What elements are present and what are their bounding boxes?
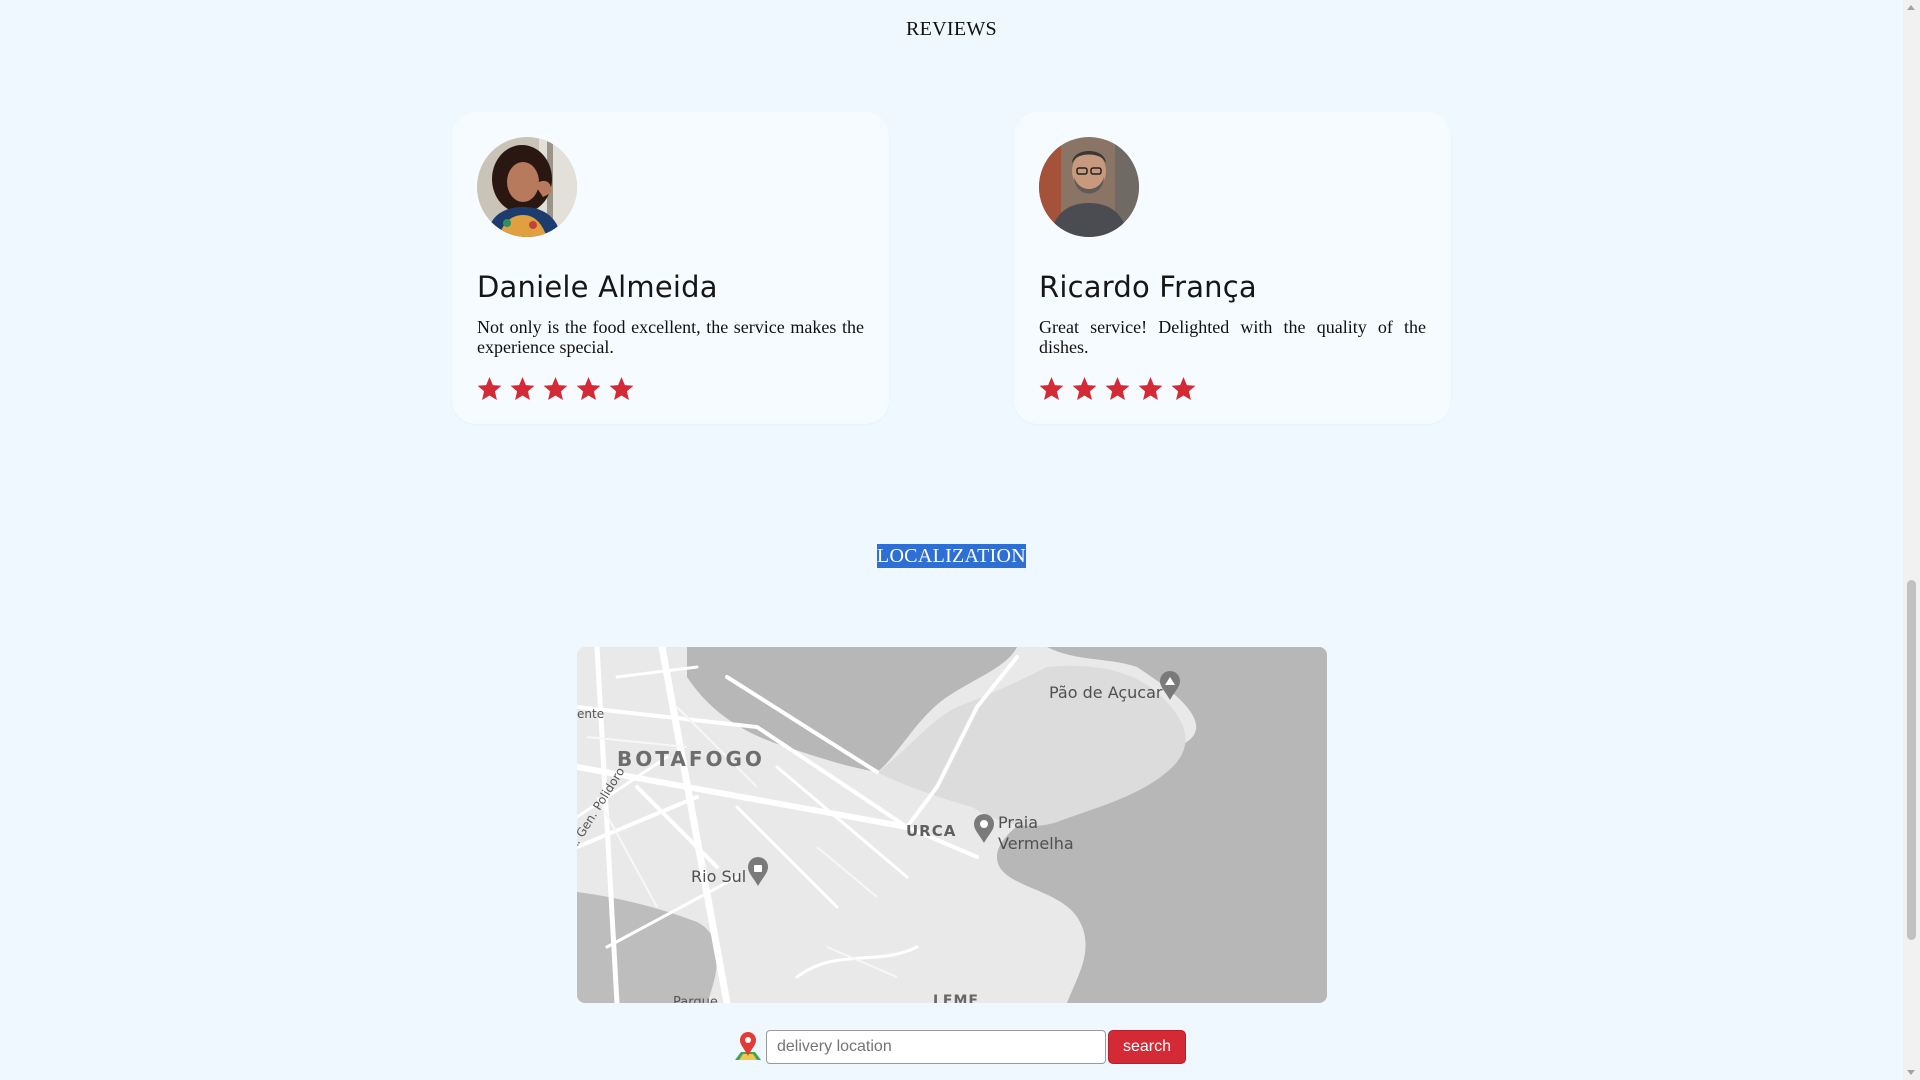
scrollbar-thumb[interactable] — [1907, 580, 1916, 940]
search-button[interactable]: search — [1108, 1030, 1187, 1064]
map-label-parque: Parque — [673, 995, 718, 1003]
avatar — [477, 137, 577, 237]
star-icon — [543, 377, 568, 400]
beach-pin-icon[interactable] — [973, 814, 995, 844]
star-icon — [1105, 377, 1130, 400]
delivery-location-input[interactable] — [766, 1030, 1106, 1064]
reviewer-name: Ricardo França — [1039, 270, 1257, 304]
map-label-leme: LEME — [933, 993, 979, 1003]
page: REVIEWS Daniele Almeida Not only is the … — [0, 0, 1903, 1080]
location-pin-icon — [735, 1032, 761, 1060]
review-card: Ricardo França Great service! Delighted … — [1014, 112, 1451, 424]
avatar-photo-icon — [1039, 137, 1139, 237]
shopping-pin-icon[interactable] — [747, 857, 769, 887]
map-label-ente: ente — [577, 707, 605, 721]
map-label-botafogo: BOTAFOGO — [617, 747, 765, 771]
map-label-praia-line1: Praia — [998, 813, 1038, 832]
star-icon — [576, 377, 601, 400]
rating-stars — [1038, 375, 1197, 402]
reviewer-name: Daniele Almeida — [477, 270, 718, 304]
review-card: Daniele Almeida Not only is the food exc… — [452, 112, 889, 424]
vertical-scrollbar[interactable] — [1903, 0, 1920, 1080]
review-text: Great service! Delighted with the qualit… — [1039, 317, 1426, 357]
review-text: Not only is the food excellent, the serv… — [477, 317, 864, 357]
map-label-pao-de-acucar: Pão de Açucar — [1049, 683, 1163, 702]
map-label-praia-vermelha: Praia Vermelha — [998, 812, 1074, 854]
scroll-down-arrow-icon[interactable] — [1907, 1070, 1915, 1075]
star-icon — [510, 377, 535, 400]
map[interactable]: ente BOTAFOGO URCA Pão de Açucar Praia V… — [577, 647, 1327, 1003]
localization-title-text: LOCALIZATION — [876, 544, 1027, 568]
map-label-rio-sul: Rio Sul — [691, 867, 747, 886]
star-icon — [1039, 377, 1064, 400]
rating-stars — [476, 375, 635, 402]
localization-title: LOCALIZATION — [0, 544, 1903, 568]
delivery-search-bar: search — [733, 1028, 1187, 1066]
avatar — [1039, 137, 1139, 237]
scroll-up-arrow-icon[interactable] — [1907, 5, 1915, 10]
map-label-praia-line2: Vermelha — [998, 834, 1074, 853]
star-icon — [1171, 377, 1196, 400]
star-icon — [1138, 377, 1163, 400]
star-icon — [1072, 377, 1097, 400]
star-icon — [609, 377, 634, 400]
avatar-photo-icon — [477, 137, 577, 237]
star-icon — [477, 377, 502, 400]
reviews-title: REVIEWS — [906, 18, 997, 40]
map-label-urca: URCA — [906, 822, 957, 840]
landmark-pin-icon[interactable] — [1159, 671, 1181, 701]
